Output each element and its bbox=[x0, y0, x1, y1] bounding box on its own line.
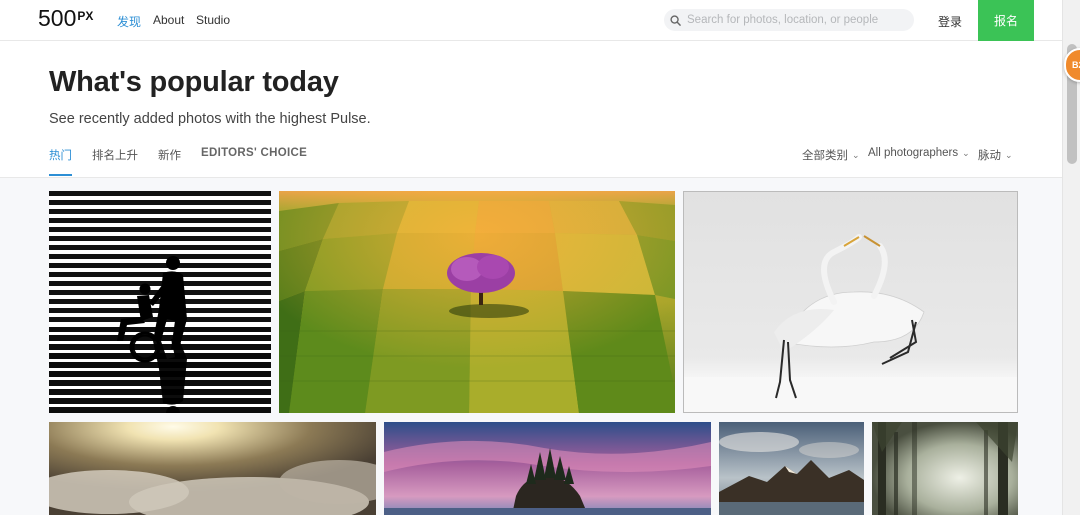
filter-category-label: 全部类别 bbox=[802, 150, 848, 162]
logo-500px[interactable]: 500 PX bbox=[38, 5, 94, 32]
search-icon bbox=[670, 14, 681, 26]
filter-photographers[interactable]: All photographers ⌄ bbox=[868, 147, 970, 159]
chevron-down-icon: ⌄ bbox=[852, 149, 860, 160]
tab-upcoming[interactable]: 排名上升 bbox=[92, 147, 138, 176]
page: 500 PX 发现 About Studio 登录 报名 What's popu… bbox=[0, 0, 1080, 515]
photo-tile-clouds[interactable] bbox=[49, 422, 376, 515]
search-input[interactable] bbox=[687, 14, 907, 26]
logo-number: 500 bbox=[38, 5, 77, 31]
page-title: What's popular today bbox=[49, 66, 339, 98]
filter-sort[interactable]: 脉动 ⌄ bbox=[978, 147, 1013, 163]
photo-tile-forest[interactable] bbox=[872, 422, 1018, 515]
tab-editors-choice[interactable]: EDITORS' CHOICE bbox=[201, 147, 307, 176]
photo-tile-purple-tree[interactable] bbox=[279, 191, 675, 413]
nav-about-link[interactable]: About bbox=[153, 13, 184, 27]
filter-photographers-label: All photographers bbox=[868, 147, 959, 159]
page-header: What's popular today See recently added … bbox=[0, 41, 1062, 178]
tab-popular[interactable]: 热门 bbox=[49, 147, 72, 176]
search-box[interactable] bbox=[664, 9, 914, 31]
photo-tile-silhouette[interactable] bbox=[49, 191, 271, 413]
chevron-down-icon: ⌄ bbox=[1005, 149, 1013, 160]
signup-button[interactable]: 报名 bbox=[978, 0, 1034, 41]
photo-tile-mountains[interactable] bbox=[719, 422, 864, 515]
nav-discover-link[interactable]: 发现 bbox=[117, 13, 141, 30]
filter-category[interactable]: 全部类别 ⌄ bbox=[802, 147, 860, 163]
photo-tile-egrets[interactable] bbox=[683, 191, 1018, 413]
login-link[interactable]: 登录 bbox=[938, 13, 962, 30]
nav-studio-link[interactable]: Studio bbox=[196, 13, 230, 27]
logo-suffix: PX bbox=[77, 9, 94, 23]
chevron-down-icon: ⌄ bbox=[962, 147, 970, 158]
filter-sort-label: 脉动 bbox=[978, 150, 1001, 162]
top-navigation-bar: 500 PX 发现 About Studio 登录 报名 bbox=[0, 0, 1062, 41]
page-subtitle: See recently added photos with the highe… bbox=[49, 111, 371, 127]
photo-tile-sea-stack[interactable] bbox=[384, 422, 711, 515]
tab-bar: 热门 排名上升 新作 EDITORS' CHOICE bbox=[49, 147, 327, 176]
tab-fresh[interactable]: 新作 bbox=[158, 147, 181, 176]
